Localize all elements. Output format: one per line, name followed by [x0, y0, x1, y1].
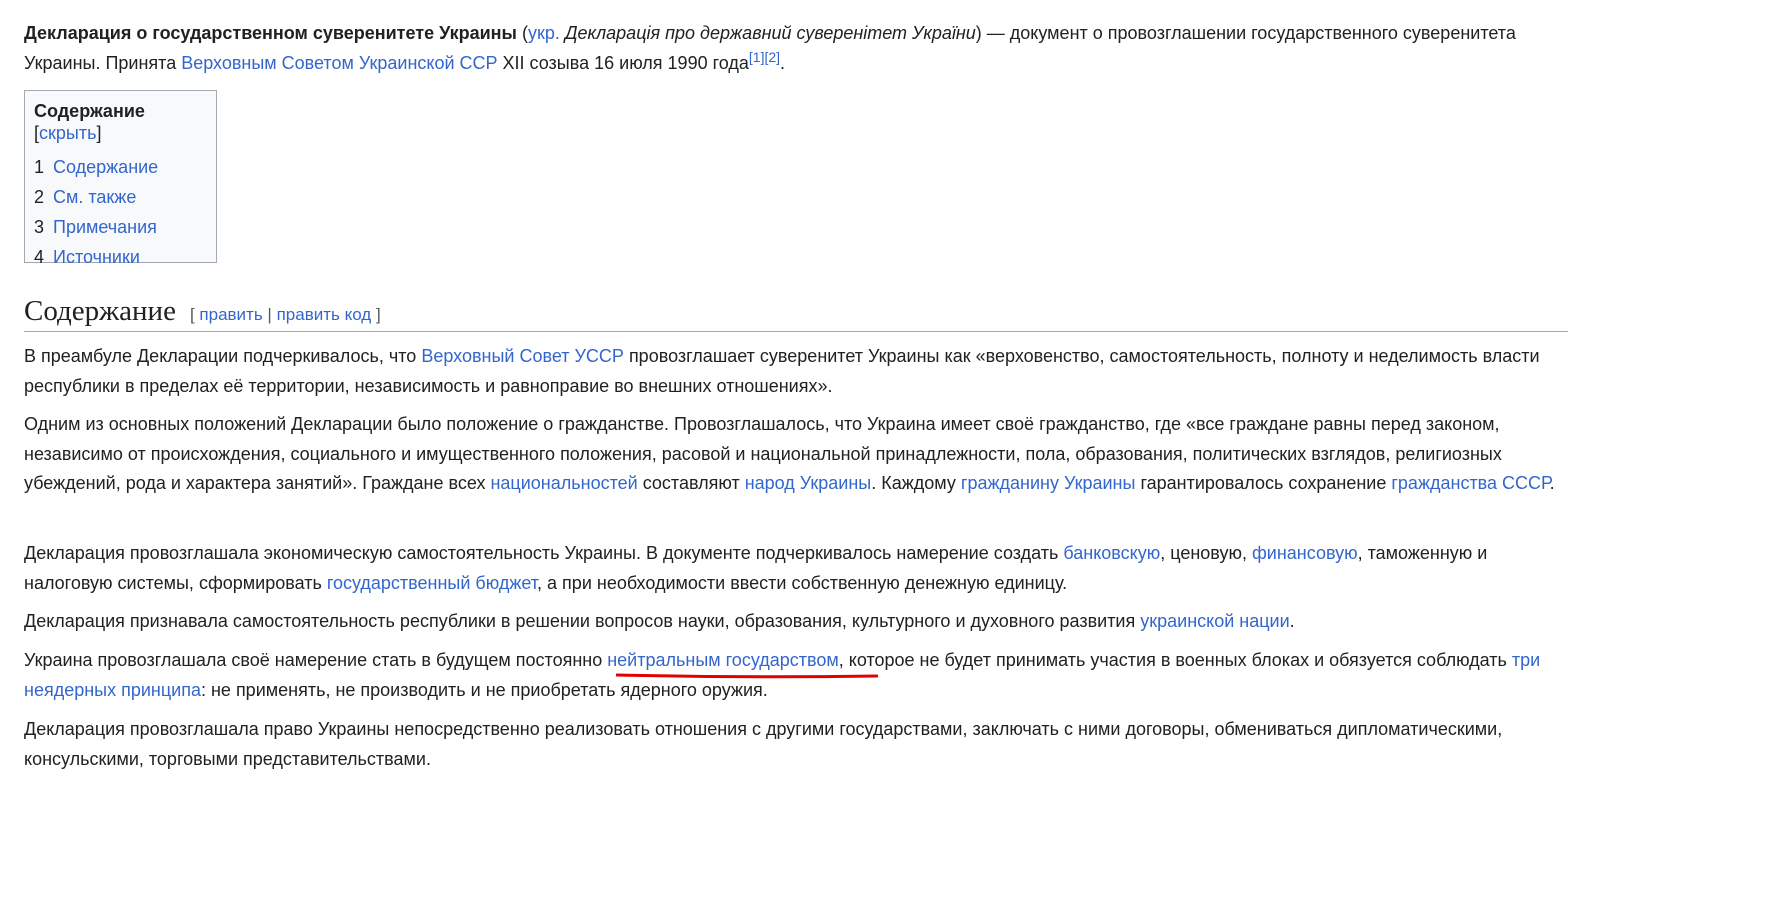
link-banking[interactable]: банковскую — [1063, 543, 1160, 563]
toc-item-number: 2 — [34, 187, 45, 207]
link-verkhovna-rada[interactable]: Верховным Советом Украинской ССР — [181, 53, 497, 73]
toc-link[interactable]: Содержание — [53, 157, 158, 177]
link-verkhovny-sovet[interactable]: Верховный Совет УССР — [421, 346, 624, 366]
toc-link[interactable]: Источники — [53, 247, 140, 267]
edit-source-link[interactable]: править код — [277, 305, 372, 324]
toc-item[interactable]: 2 См. также — [34, 182, 207, 212]
reference-1[interactable]: [1] — [749, 49, 765, 65]
paragraph-text: . — [1549, 473, 1555, 493]
edit-bracket: [ — [189, 305, 200, 324]
lead-text: XII созыва 16 июля 1990 года — [497, 52, 749, 73]
paragraph-text: В преамбуле Декларации подчеркивалось, ч… — [24, 346, 422, 366]
paragraph-text: Декларация признавала самостоятельность … — [24, 611, 1141, 631]
section-title: Содержание — [24, 295, 176, 327]
paragraph-text: , ценовую, — [1160, 543, 1252, 563]
red-underline-annotation — [616, 673, 878, 679]
edit-link[interactable]: править — [199, 305, 262, 324]
toc-list: 1 Содержание 2 См. также 3 Примечания 4 Исто… — [34, 152, 207, 272]
toc-bracket: ] — [96, 123, 102, 143]
edit-separator: | — [262, 305, 277, 324]
paragraph-1: В преамбуле Декларации подчеркивалось, ч… — [24, 342, 1568, 401]
toc-item[interactable]: 1 Содержание — [34, 152, 207, 182]
ukrainian-name: Декларація про державний суверенітет Укр… — [559, 23, 976, 43]
link-people-of-ukraine[interactable]: народ Украины — [745, 473, 872, 493]
lead-text: . — [780, 52, 786, 73]
toc-item[interactable]: 3 Примечания — [34, 212, 207, 242]
reference-link-2[interactable]: [2] — [764, 49, 780, 65]
toc-link[interactable]: См. также — [53, 187, 136, 207]
link-citizen-of-ukraine[interactable]: гражданину Украины — [961, 473, 1136, 493]
link-ukrainian-nation[interactable]: украинской нации — [1140, 611, 1289, 631]
toc-link[interactable]: Примечания — [53, 217, 157, 237]
toc-title: Содержание — [34, 101, 145, 121]
paragraph-text: Декларация провозглашала экономическую с… — [24, 543, 1064, 563]
link-neutral-state[interactable]: нейтральным государством — [607, 650, 839, 670]
paragraph-text: : не применять, не производить и не прио… — [200, 679, 768, 700]
lang-link-ukr[interactable]: укр. — [528, 23, 560, 43]
paragraph-3: Декларация провозглашала экономическую с… — [24, 539, 1568, 598]
table-of-contents: Содержание [скрыть] 1 Содержание 2 См. так… — [24, 90, 217, 267]
paragraph-4: Декларация признавала самостоятельность … — [24, 607, 1568, 637]
paragraph-text: . — [1289, 611, 1295, 631]
reference-2[interactable]: [2] — [764, 49, 780, 65]
link-ussr-citizenship[interactable]: гражданства СССР — [1391, 473, 1549, 493]
paragraph-text: . Каждому — [871, 473, 961, 493]
link-state-budget[interactable]: государственный бюджет — [327, 573, 537, 593]
toc-header: Содержание [скрыть] — [34, 100, 207, 144]
toc-hide-toggle[interactable]: скрыть — [39, 123, 96, 143]
lead-paragraph: Декларация о государственном суверенитет… — [24, 19, 1568, 78]
edit-bracket: ] — [371, 305, 381, 324]
toc-item-number: 1 — [34, 157, 45, 177]
paragraph-text: Украина провозглашала своё намерение ста… — [24, 650, 608, 670]
article-title-bold: Декларация о государственном суверенитет… — [24, 23, 517, 43]
paragraph-6: Декларация провозглашала право Украины н… — [24, 715, 1568, 774]
paragraph-text: , которое не будет принимать участия в в… — [838, 650, 1512, 670]
paragraph-text: гарантировалось сохранение — [1135, 473, 1392, 493]
reference-link-1[interactable]: [1] — [749, 49, 765, 65]
paragraph-text: Декларация провозглашала право Украины н… — [24, 719, 1503, 769]
edit-section-links: [ править | править код ] — [190, 305, 381, 324]
paragraph-text: составляют — [637, 473, 745, 493]
toc-item-number: 3 — [34, 217, 45, 237]
link-financial[interactable]: финансовую — [1252, 543, 1358, 563]
toc-item-number: 4 — [34, 247, 45, 267]
toc-item[interactable]: 4 Источники — [34, 242, 207, 272]
lead-text: ( — [516, 23, 528, 43]
paragraph-2: Одним из основных положений Декларации б… — [24, 410, 1568, 499]
paragraph-text: , а при необходимости ввести собственную… — [537, 572, 1068, 593]
link-nationalities[interactable]: национальностей — [490, 473, 637, 493]
section-heading: Содержание [ править | править код ] — [24, 293, 1568, 332]
